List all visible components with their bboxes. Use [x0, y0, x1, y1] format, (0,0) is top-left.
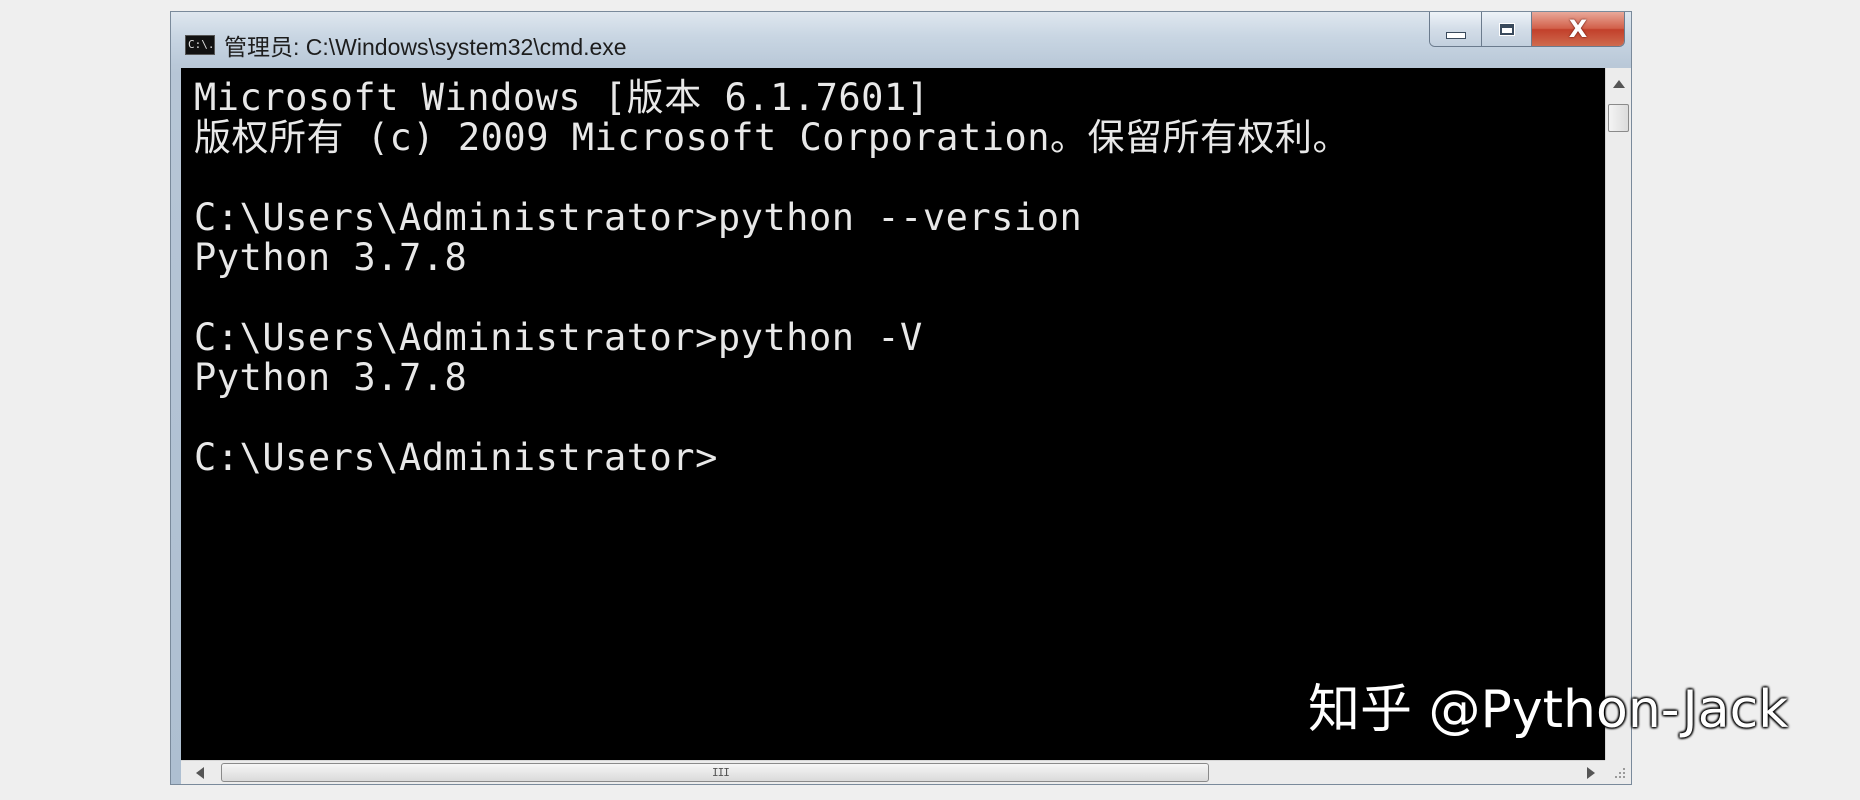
console-prompt-line: C:\Users\Administrator>	[194, 436, 718, 479]
scroll-left-arrow-icon[interactable]	[196, 767, 204, 779]
vertical-scroll-thumb[interactable]	[1608, 104, 1629, 132]
horizontal-scrollbar[interactable]: III	[181, 760, 1605, 784]
vertical-scrollbar[interactable]	[1605, 68, 1631, 760]
cmd-icon[interactable]: C:\.	[185, 35, 215, 55]
window-title: 管理员: C:\Windows\system32\cmd.exe	[224, 34, 627, 60]
close-icon: X	[1568, 15, 1588, 43]
cmd-window: C:\. 管理员: C:\Windows\system32\cmd.exe X …	[171, 12, 1631, 784]
cmd-icon-label: C:\.	[188, 38, 215, 51]
console-line: Python 3.7.8	[194, 356, 468, 399]
minimize-button[interactable]	[1430, 12, 1482, 46]
resize-grip-icon[interactable]	[1605, 760, 1631, 784]
console-line: Python 3.7.8	[194, 236, 468, 279]
maximize-icon	[1498, 22, 1515, 36]
caption-buttons: X	[1429, 12, 1625, 47]
console-line: Microsoft Windows [版本 6.1.7601]	[194, 76, 930, 119]
console-lines: Microsoft Windows [版本 6.1.7601] 版权所有 (c)…	[194, 78, 1594, 478]
scroll-up-arrow-icon[interactable]	[1613, 80, 1625, 88]
scroll-grip-icon: III	[712, 766, 730, 779]
watermark: 知乎 @Python-Jack	[1308, 680, 1789, 740]
console-line: 版权所有 (c) 2009 Microsoft Corporation。保留所有…	[194, 116, 1351, 159]
maximize-button[interactable]	[1482, 12, 1532, 46]
close-button[interactable]: X	[1532, 12, 1624, 46]
console-line: C:\Users\Administrator>python -V	[194, 316, 923, 359]
horizontal-scroll-thumb[interactable]: III	[221, 763, 1209, 782]
scroll-right-arrow-icon[interactable]	[1587, 767, 1595, 779]
minimize-icon	[1445, 31, 1466, 39]
console-line: C:\Users\Administrator>python --version	[194, 196, 1083, 239]
title-bar[interactable]: C:\. 管理员: C:\Windows\system32\cmd.exe X	[171, 12, 1631, 66]
console-output[interactable]: Microsoft Windows [版本 6.1.7601] 版权所有 (c)…	[181, 68, 1605, 760]
page: C:\. 管理员: C:\Windows\system32\cmd.exe X …	[0, 0, 1860, 800]
